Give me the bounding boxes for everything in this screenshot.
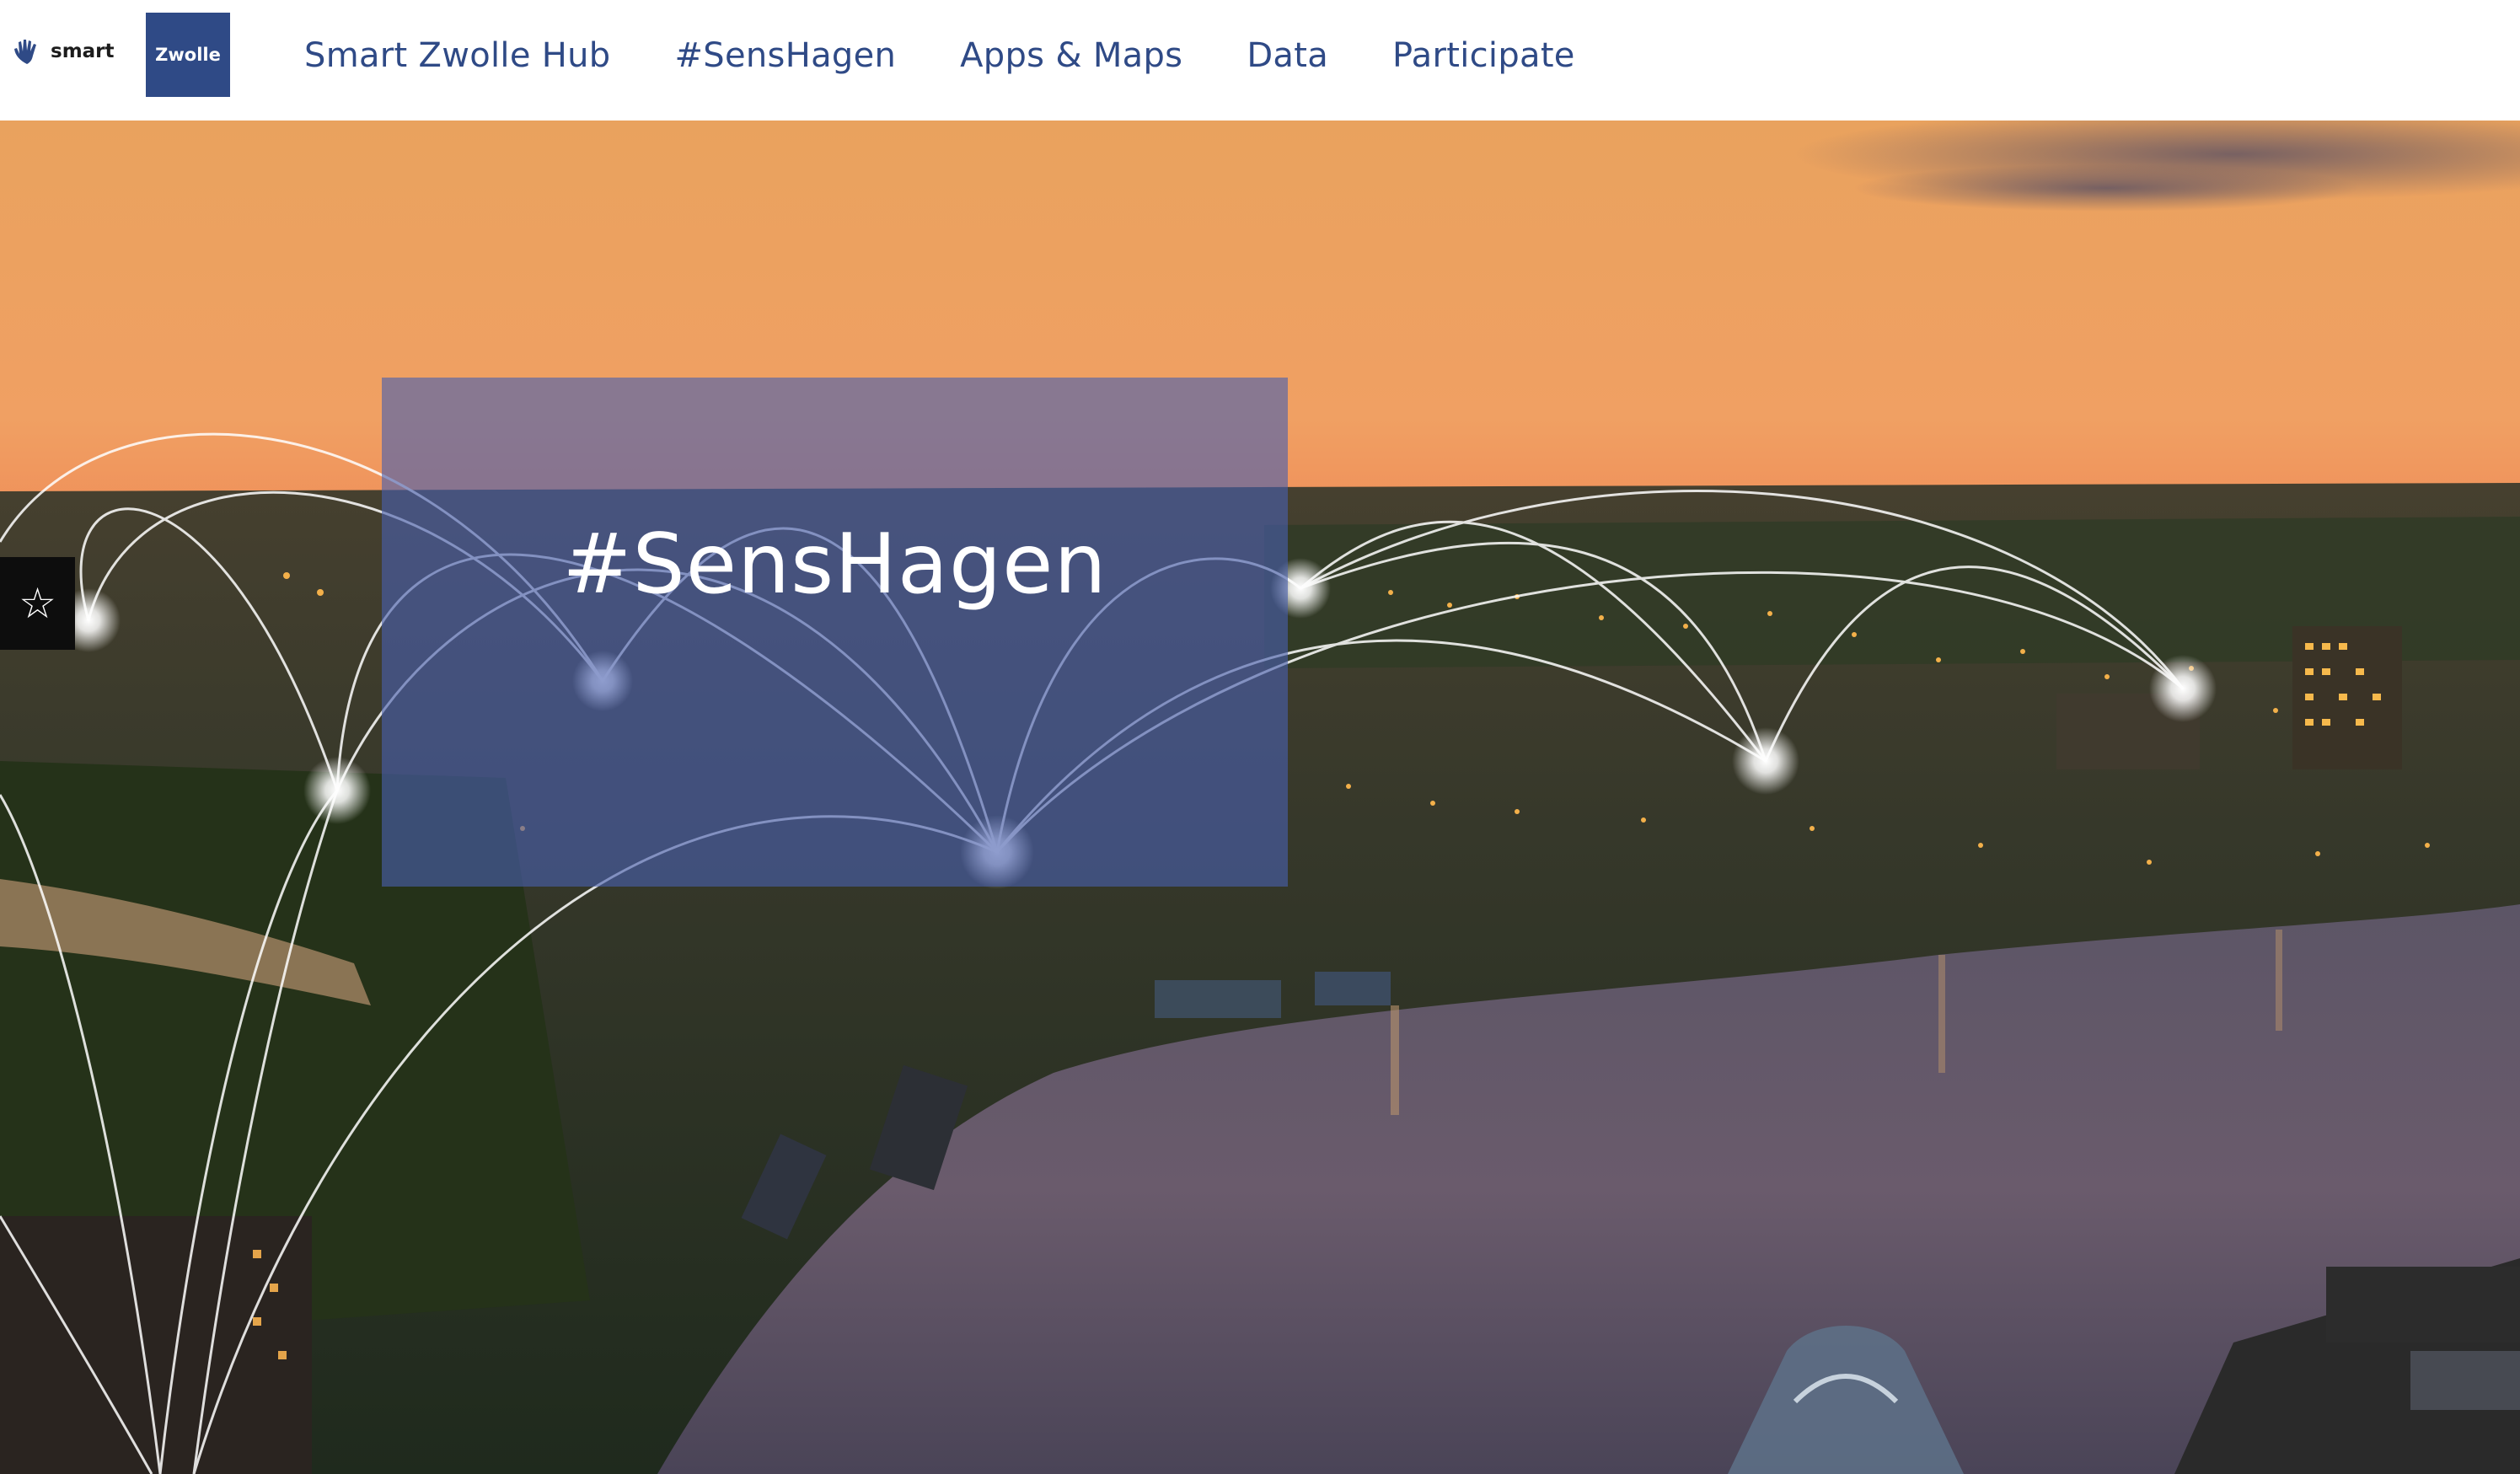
smart-logo[interactable]: smart [12, 37, 115, 66]
hero-banner: #SensHagen ☆ [0, 121, 2520, 1474]
zwolle-logo[interactable]: Zwolle [146, 13, 230, 97]
nav-item-apps-maps[interactable]: Apps & Maps [960, 36, 1182, 75]
nav-item-participate[interactable]: Participate [1392, 36, 1575, 75]
hero-title-box: #SensHagen [382, 378, 1288, 887]
nav-item-smart-zwolle-hub[interactable]: Smart Zwolle Hub [304, 36, 610, 75]
favorite-tab[interactable]: ☆ [0, 557, 75, 650]
hand-icon [14, 40, 36, 64]
nav-item-senshagen[interactable]: #SensHagen [674, 36, 896, 75]
star-outline-icon: ☆ [19, 580, 56, 627]
zwolle-logo-text: Zwolle [155, 45, 221, 65]
main-nav: Smart Zwolle Hub #SensHagen Apps & Maps … [304, 30, 1639, 81]
hero-title: #SensHagen [562, 517, 1107, 613]
smart-logo-text: smart [51, 40, 115, 62]
site-header: smart Zwolle Smart Zwolle Hub #SensHagen… [0, 0, 2520, 121]
nav-item-data[interactable]: Data [1247, 36, 1328, 75]
